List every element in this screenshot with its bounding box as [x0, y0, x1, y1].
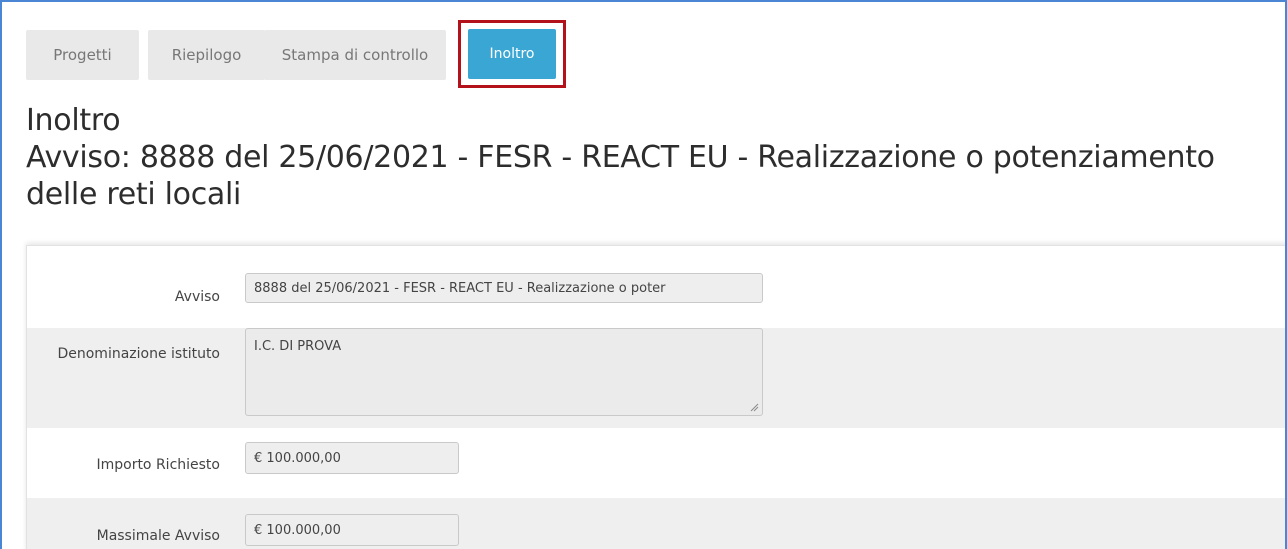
tab-riepilogo[interactable]: Riepilogo: [148, 30, 265, 80]
page-title: Inoltro: [26, 103, 121, 138]
tab-stampa-di-controllo[interactable]: Stampa di controllo: [264, 30, 446, 80]
denominazione-value: I.C. DI PROVA: [254, 339, 342, 354]
form-row-denominazione: Denominazione istituto I.C. DI PROVA: [27, 328, 1285, 428]
page-subtitle: Avviso: 8888 del 25/06/2021 - FESR - REA…: [26, 140, 1215, 212]
importo-label: Importo Richiesto: [96, 457, 220, 473]
form-row-importo: Importo Richiesto € 100.000,00: [27, 428, 1285, 498]
page-frame: Progetti Riepilogo Stampa di controllo I…: [0, 0, 1287, 549]
form-row-massimale: Massimale Avviso € 100.000,00: [27, 498, 1285, 549]
form-panel: Avviso 8888 del 25/06/2021 - FESR - REAC…: [26, 245, 1285, 549]
denominazione-textarea[interactable]: I.C. DI PROVA: [245, 328, 763, 416]
form-row-avviso: Avviso 8888 del 25/06/2021 - FESR - REAC…: [27, 246, 1285, 328]
avviso-label: Avviso: [174, 289, 220, 305]
tab-inoltro-highlight: Inoltro: [458, 20, 566, 88]
massimale-field[interactable]: € 100.000,00: [245, 514, 459, 546]
page-heading: Inoltro Avviso: 8888 del 25/06/2021 - FE…: [26, 102, 1266, 213]
tab-inoltro[interactable]: Inoltro: [468, 29, 556, 79]
massimale-label: Massimale Avviso: [96, 528, 220, 544]
avviso-field[interactable]: 8888 del 25/06/2021 - FESR - REACT EU - …: [245, 273, 763, 303]
resize-grip-icon[interactable]: [749, 402, 759, 412]
denominazione-label: Denominazione istituto: [57, 346, 220, 362]
tab-progetti[interactable]: Progetti: [26, 30, 139, 80]
importo-field[interactable]: € 100.000,00: [245, 442, 459, 474]
